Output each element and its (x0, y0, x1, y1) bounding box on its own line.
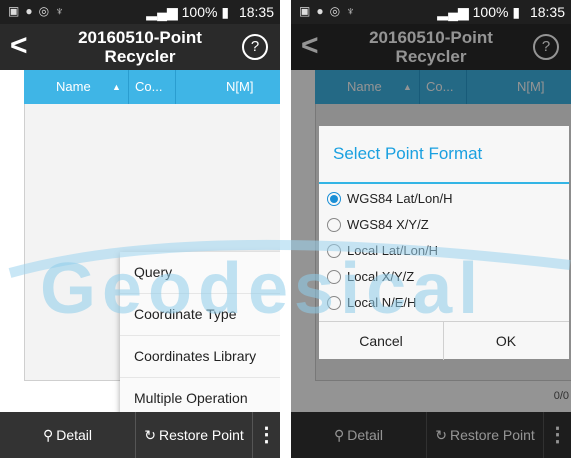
select-point-format-dialog: Select Point Format WGS84 Lat/Lon/H WGS8… (319, 126, 569, 360)
option-wgs84-latlonh[interactable]: WGS84 Lat/Lon/H (327, 186, 453, 212)
menu-item-coordinates-library[interactable]: Coordinates Library (120, 336, 280, 378)
overflow-menu: Query Coordinate Type Coordinates Librar… (120, 252, 280, 419)
back-icon[interactable]: < (10, 30, 28, 62)
option-local-neh[interactable]: Local N/E/H (327, 290, 416, 316)
radio-icon (327, 243, 341, 258)
option-local-xyz[interactable]: Local X/Y/Z (327, 264, 414, 290)
signal-icon: ▂▄▆ (437, 4, 469, 20)
battery-icon: ▮ (221, 4, 230, 20)
title-bar: < 20160510-Point Recycler ? (0, 24, 280, 70)
notification-icons: ▣●◎♆ (299, 4, 362, 18)
cancel-button[interactable]: Cancel (319, 322, 444, 360)
option-wgs84-xyz[interactable]: WGS84 X/Y/Z (327, 212, 429, 238)
dialog-buttons: Cancel OK (319, 321, 569, 360)
radio-icon (327, 295, 341, 310)
dialog-title-divider (319, 182, 569, 184)
help-icon[interactable]: ? (242, 34, 268, 60)
table-header: Name ▲ Co... N[M] (24, 70, 280, 104)
detail-button[interactable]: ⚲ Detail (0, 412, 136, 458)
signal-icon: ▂▄▆ (146, 4, 178, 20)
battery-percent: 100% (472, 4, 509, 20)
radio-icon (327, 269, 341, 284)
more-options-icon[interactable]: ⋮ (253, 412, 280, 458)
column-name-header[interactable]: Name ▲ (24, 70, 129, 104)
notification-icons: ▣●◎♆ (8, 4, 71, 18)
option-local-latlonh[interactable]: Local Lat/Lon/H (327, 238, 438, 264)
page-title: 20160510-Point Recycler (78, 28, 202, 66)
radio-selected-icon (327, 191, 341, 206)
ok-button[interactable]: OK (444, 322, 568, 360)
battery-icon: ▮ (512, 4, 521, 20)
sort-up-icon: ▲ (112, 82, 121, 92)
clock: 18:35 (238, 4, 274, 20)
battery-percent: 100% (181, 4, 218, 20)
screen-right: ▣●◎♆ ▂▄▆ 100% ▮ 18:35 < 20160510-Point R… (291, 0, 571, 458)
restore-icon: ↻ (144, 427, 156, 443)
column-north-header[interactable]: N[M] (176, 70, 280, 104)
radio-icon (327, 217, 341, 232)
bottom-bar: ⚲ Detail ↻ Restore Point ⋮ (0, 412, 280, 458)
restore-point-button[interactable]: ↻ Restore Point (136, 412, 253, 458)
status-bar: ▣●◎♆ ▂▄▆ 100% ▮ 18:35 (291, 0, 571, 24)
search-detail-icon: ⚲ (42, 427, 54, 443)
status-bar: ▣●◎♆ ▂▄▆ 100% ▮ 18:35 (0, 0, 280, 24)
menu-item-query[interactable]: Query (120, 252, 280, 294)
menu-item-coordinate-type[interactable]: Coordinate Type (120, 294, 280, 336)
dialog-title: Select Point Format (333, 144, 483, 163)
clock: 18:35 (529, 4, 565, 20)
column-code-header[interactable]: Co... (129, 70, 176, 104)
screen-left: ▣●◎♆ ▂▄▆ 100% ▮ 18:35 < 20160510-Point R… (0, 0, 280, 458)
